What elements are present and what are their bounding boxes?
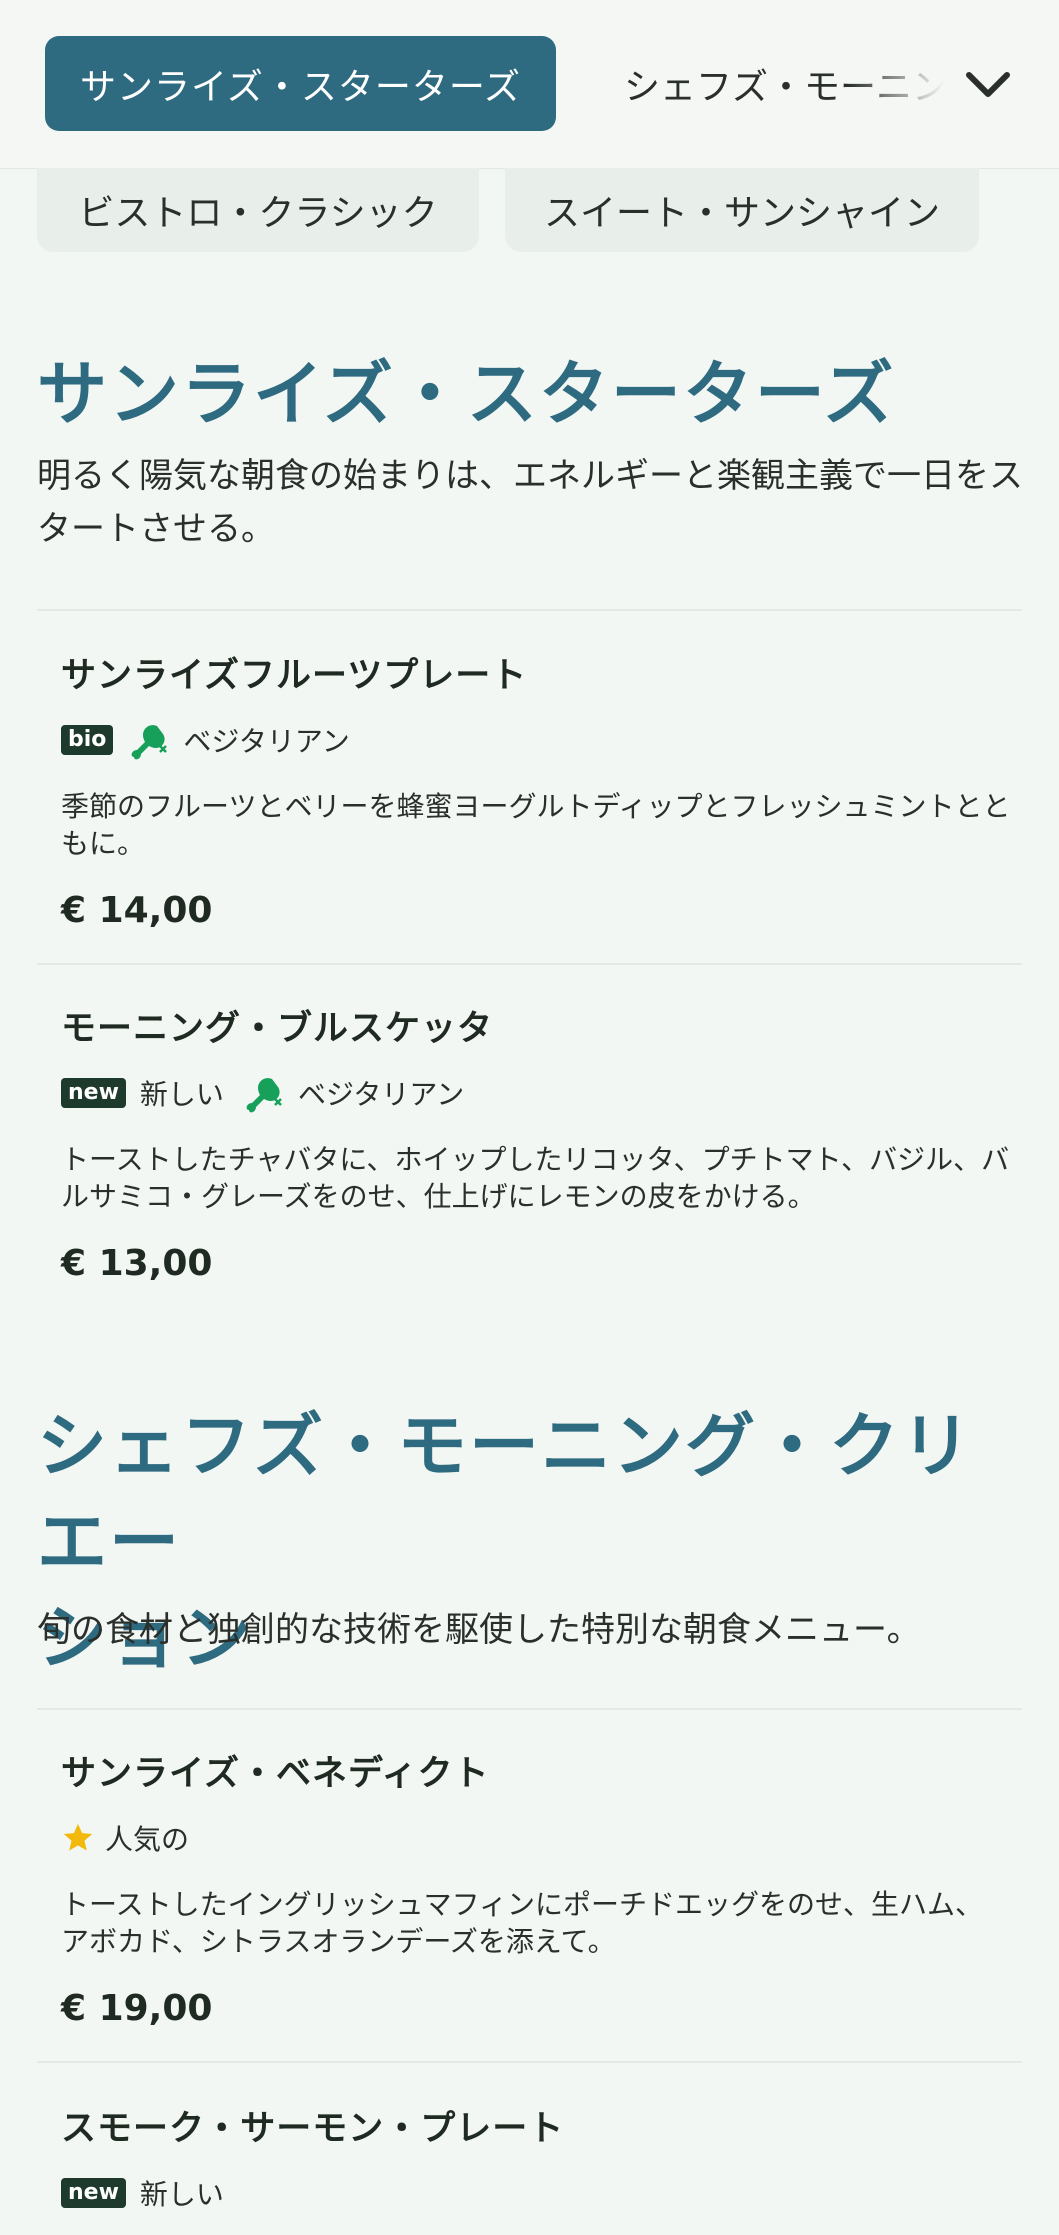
new-badge: new [61,2178,126,2208]
tab-sunrise-starters[interactable]: サンライズ・スターターズ [45,36,556,131]
item-price: € 19,00 [61,1988,213,2029]
item-name: スモーク・サーモン・プレート [61,2109,565,2149]
item-tags: 人気の [61,1818,1001,1858]
item-price: € 14,00 [61,890,213,931]
new-badge: new [61,1078,126,1108]
divider [37,609,1022,611]
item-tags: new 新しい ベジタリアン [61,1073,1001,1113]
bio-badge: bio [61,725,114,755]
menu-item[interactable]: モーニング・ブルスケッタ new 新しい ベジタリアン トーストしたチャバタに、… [61,1000,1009,1284]
divider [37,2061,1022,2063]
section-title: サンライズ・スターターズ [37,353,896,435]
category-nav: サンライズ・スターターズ シェフズ・モーニング・クリエーション [0,0,1059,169]
drumstick-crossed-icon [246,1078,282,1113]
item-tags: new 新しい [61,2173,1001,2213]
tab-bistro-classic[interactable]: ビストロ・クラシック [37,168,479,252]
item-name: モーニング・ブルスケッタ [61,1009,494,1049]
star-icon [63,1823,93,1851]
tab-sweet-sunshine[interactable]: スイート・サンシャイン [505,168,979,252]
item-name: サンライズ・ベネディクト [61,1754,490,1794]
divider [37,1708,1022,1710]
section-description: 明るく陽気な朝食の始まりは、エネルギーと楽観主義で一日をスタートさせる。 [37,456,1023,549]
new-label: 新しい [139,2178,224,2211]
popular-label: 人気の [105,1823,190,1856]
item-description: 季節のフルーツとベリーを蜂蜜ヨーグルトディップとフレッシュミントとともに。 [61,790,1011,860]
chevron-down-icon[interactable] [958,55,1018,115]
menu-item[interactable]: スモーク・サーモン・プレート new 新しい [61,2100,1001,2213]
drumstick-crossed-icon [132,725,168,760]
menu-item[interactable]: サンライズフルーツプレート bio ベジタリアン 季節のフルーツとベリーを蜂蜜ヨ… [61,647,1010,931]
section-title-line: シェフズ・モーニング・クリエー [37,1405,973,1583]
tab-chefs-morning-creations[interactable]: シェフズ・モーニング・クリエーション [624,36,944,131]
new-label: 新しい [139,1078,224,1111]
item-tags: bio ベジタリアン [61,720,1001,760]
item-description: トーストしたイングリッシュマフィンにポーチドエッグをのせ、生ハム、アボカド、シト… [61,1888,984,1958]
item-description: トーストしたチャバタに、ホイップしたリコッタ、プチトマト、バジル、バルサミコ・グ… [61,1143,1010,1213]
vegetarian-label: ベジタリアン [183,725,350,758]
divider [37,963,1022,965]
vegetarian-label: ベジタリアン [297,1078,465,1111]
item-name: サンライズフルーツプレート [61,656,528,696]
item-price: € 13,00 [61,1243,213,1284]
menu-item[interactable]: サンライズ・ベネディクト 人気の トーストしたイングリッシュマフィンにポーチドエ… [61,1745,1001,2029]
section-description: 旬の食材と独創的な技術を駆使した特別な朝食メニュー。 [37,1610,921,1650]
